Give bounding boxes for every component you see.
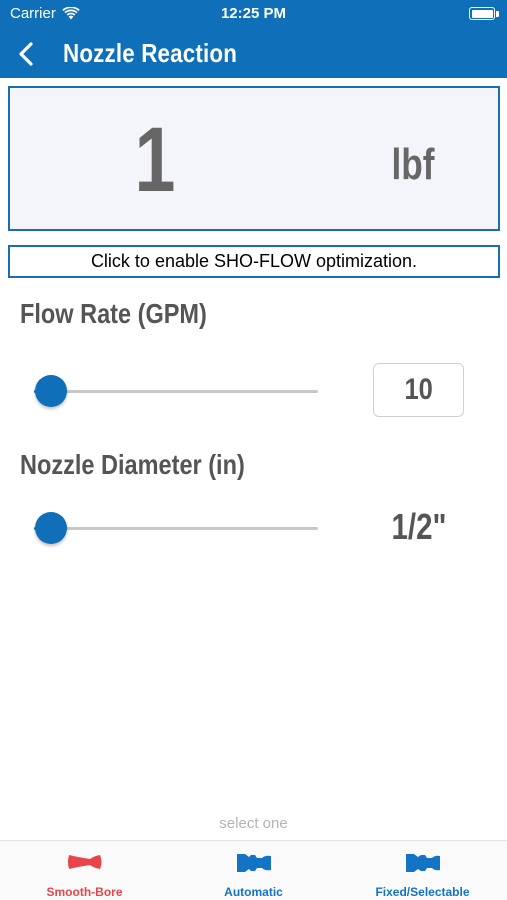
nozzle-diameter-value: 1/2" xyxy=(391,506,447,547)
slider-thumb[interactable] xyxy=(35,512,67,544)
tab-label: Smooth-Bore xyxy=(46,885,123,899)
nozzle-icon xyxy=(405,854,440,872)
nozzle-diameter-label: Nozzle Diameter (in) xyxy=(20,449,245,480)
slider-track xyxy=(34,390,318,393)
chevron-left-icon xyxy=(19,42,33,66)
nozzle-icon xyxy=(236,854,271,872)
status-bar: Carrier 12:25 PM xyxy=(0,0,507,30)
reaction-unit: lbf xyxy=(391,140,435,189)
tab-label: Fixed/Selectable xyxy=(375,885,470,899)
nozzle-diameter-slider[interactable] xyxy=(34,512,318,544)
battery-tip xyxy=(496,11,499,17)
nozzle-icon xyxy=(67,855,101,869)
slider-track xyxy=(34,527,318,530)
nozzle-type-tab-bar: Smooth-Bore Automatic Fixed/Selectable xyxy=(0,840,507,900)
select-hint: select one xyxy=(219,815,288,832)
tab-automatic[interactable]: Automatic xyxy=(169,841,338,900)
status-time: 12:25 PM xyxy=(220,5,287,22)
tab-fixed-selectable[interactable]: Fixed/Selectable xyxy=(338,841,507,900)
page-title: Nozzle Reaction xyxy=(63,38,238,68)
flow-rate-value: 10 xyxy=(404,373,433,406)
flow-rate-label: Flow Rate (GPM) xyxy=(20,298,207,329)
battery-icon xyxy=(469,7,495,20)
nav-bar: Nozzle Reaction xyxy=(0,30,507,78)
sho-flow-optimization-button[interactable]: Click to enable SHO-FLOW optimization. xyxy=(8,245,500,278)
reaction-value: 1 xyxy=(134,109,176,211)
slider-thumb[interactable] xyxy=(35,375,67,407)
flow-rate-input[interactable]: 10 xyxy=(373,363,464,417)
result-display: 1 lbf xyxy=(8,86,500,231)
tab-smooth-bore[interactable]: Smooth-Bore xyxy=(0,841,169,900)
flow-rate-slider[interactable] xyxy=(34,375,318,407)
back-button[interactable] xyxy=(10,36,46,72)
tab-label: Automatic xyxy=(224,885,283,899)
